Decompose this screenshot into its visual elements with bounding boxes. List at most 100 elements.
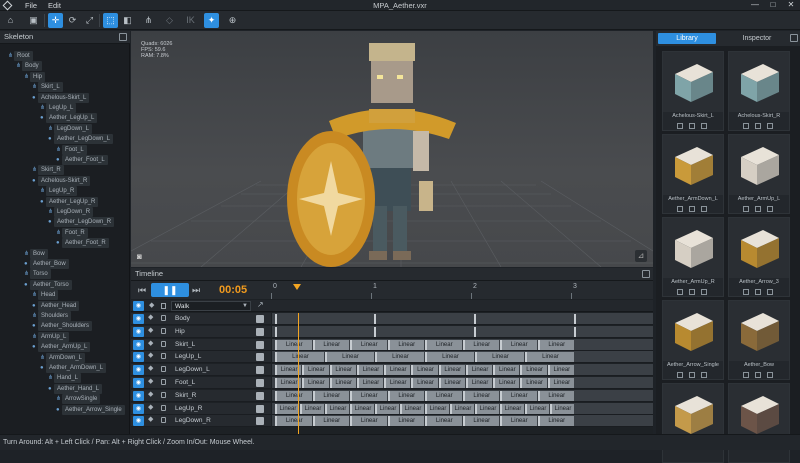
visibility-eye-icon[interactable]: ◉ — [133, 378, 144, 388]
interpolation-clip[interactable]: Linear — [275, 390, 312, 401]
interpolation-clip[interactable]: Linear — [275, 339, 312, 350]
item-action-icon[interactable] — [677, 372, 683, 378]
library-item[interactable]: Aether_ArmUp_R — [662, 217, 724, 297]
keyframe-icon[interactable]: ◆ — [148, 377, 153, 385]
skeleton-mesh-node[interactable]: ● Aether_Foot_L — [56, 155, 108, 165]
save-icon[interactable]: ▣ — [26, 13, 41, 28]
interpolation-clip[interactable]: Linear — [312, 390, 349, 401]
skeleton-bone-node[interactable]: ⋔ LegUp_R — [40, 186, 78, 197]
interpolation-clip[interactable]: Linear — [465, 378, 493, 388]
item-action-icon[interactable] — [755, 289, 761, 295]
interpolation-clip[interactable]: Linear — [547, 378, 574, 388]
track-lane[interactable]: Linear Linear Linear Linear Linear Linear Line… — [272, 402, 653, 415]
interpolation-clip[interactable]: Linear — [375, 403, 399, 414]
interpolation-clip[interactable]: Linear — [275, 352, 324, 363]
interpolation-clip[interactable]: Linear — [384, 365, 411, 376]
item-action-icon[interactable] — [743, 289, 749, 295]
panel-detach-icon[interactable] — [790, 34, 798, 42]
box-icon[interactable]: ◇ — [162, 13, 177, 28]
interpolation-clip[interactable]: Linear — [520, 365, 547, 376]
track-lane[interactable]: Linear Linear Linear Linear Linear Linear Line… — [272, 389, 653, 402]
library-item[interactable]: Aether_Arrow_Single — [662, 300, 724, 380]
interpolation-clip[interactable]: Linear — [465, 365, 493, 376]
skeleton-bone-node[interactable]: ⋔ LegDown_L — [48, 123, 93, 134]
track-lane[interactable]: Linear Linear Linear Linear Linear Linear Line… — [272, 415, 653, 428]
keyframe-marker[interactable] — [574, 326, 576, 337]
library-item[interactable]: Aether_ArmUp_L — [728, 134, 790, 214]
skeleton-mesh-node[interactable]: ● Aether_Head — [32, 300, 80, 311]
interpolation-clip[interactable]: Linear — [411, 365, 438, 376]
interpolation-clip[interactable]: Linear — [425, 403, 449, 414]
interpolation-clip[interactable]: Linear — [302, 365, 329, 376]
lock-icon[interactable] — [161, 353, 166, 360]
panel-detach-icon[interactable] — [642, 270, 650, 278]
interpolation-clip[interactable]: Linear — [411, 378, 438, 388]
item-action-icon[interactable] — [689, 372, 695, 378]
skeleton-bone-node[interactable]: ⋔ Hip — [24, 71, 46, 82]
skeleton-bone-node[interactable]: ⋔ ArrowSingle — [56, 394, 101, 405]
track-lane[interactable]: Linear Linear Linear Linear Linear Linear Line… — [272, 377, 653, 389]
lock-icon[interactable] — [161, 340, 166, 347]
skeleton-mesh-node[interactable]: ● Aether_LegDown_R — [48, 217, 115, 228]
lock-icon[interactable] — [161, 417, 166, 424]
keyframe-icon[interactable]: ◆ — [148, 339, 153, 347]
3d-viewport[interactable]: Quads: 6026 FPS: 59.6 RAM: 7.8% ◙ ⊿ — [131, 31, 653, 267]
skeleton-bone-node[interactable]: ⋔ ArmUp_L — [32, 331, 70, 342]
library-item[interactable]: Achelous-Skirt_R — [728, 51, 790, 131]
visibility-eye-icon[interactable]: ◉ — [133, 326, 144, 337]
track-row[interactable]: ◉ ◆ Skirt_R Linear Linear Linear Linear Linear L… — [131, 389, 653, 402]
skeleton-bone-node[interactable]: ⋔ Hand_L — [48, 373, 82, 384]
item-action-icon[interactable] — [755, 372, 761, 378]
interpolation-clip[interactable]: Linear — [462, 390, 499, 401]
skeleton-bone-node[interactable]: ⋔ Body — [16, 61, 42, 72]
interpolation-clip[interactable]: Linear — [350, 403, 374, 414]
skeleton-bone-node[interactable]: ⋔ Root — [8, 51, 33, 61]
item-action-icon[interactable] — [767, 206, 773, 212]
skeleton-bone-node[interactable]: ⋔ ArmDown_L — [40, 352, 86, 363]
minimize-button[interactable]: — — [746, 0, 764, 11]
skeleton-mesh-node[interactable]: ● Aether_Shoulders — [32, 321, 93, 332]
track-row[interactable]: ◉ ◆ Skirt_L Linear Linear Linear Linear Linear L… — [131, 338, 653, 351]
track-lane[interactable]: Linear Linear Linear Linear Linear Linear Line… — [272, 338, 653, 351]
item-action-icon[interactable] — [689, 206, 695, 212]
keyframe-marker[interactable] — [474, 314, 476, 324]
visibility-eye-icon[interactable]: ◉ — [133, 403, 144, 414]
visibility-eye-icon[interactable]: ◉ — [133, 314, 144, 324]
hierarchy-icon[interactable]: ⋔ — [141, 13, 156, 28]
visibility-eye-icon[interactable]: ◉ — [133, 352, 144, 363]
item-action-icon[interactable] — [743, 206, 749, 212]
item-action-icon[interactable] — [767, 123, 773, 129]
interpolation-clip[interactable]: Linear — [275, 416, 312, 427]
interpolation-clip[interactable]: Linear — [537, 339, 574, 350]
snap-icon[interactable]: ✦ — [204, 13, 219, 28]
skeleton-mesh-node[interactable]: ● Aether_ArmDown_L — [40, 363, 107, 373]
track-checkbox[interactable] — [256, 340, 264, 349]
library-item[interactable]: Aether_Bow — [728, 300, 790, 380]
item-action-icon[interactable] — [701, 372, 707, 378]
interpolation-clip[interactable]: Linear — [387, 339, 424, 350]
lock-icon[interactable] — [161, 327, 166, 334]
item-action-icon[interactable] — [701, 123, 707, 129]
item-action-icon[interactable] — [743, 372, 749, 378]
library-item[interactable]: Aether_Arrow_3 — [728, 217, 790, 297]
tab-inspector[interactable]: Inspector — [728, 33, 786, 44]
interpolation-clip[interactable]: Linear — [312, 416, 349, 427]
skeleton-bone-node[interactable]: ⋔ Head — [32, 290, 59, 301]
maximize-button[interactable]: □ — [764, 0, 782, 11]
interpolation-clip[interactable]: Linear — [493, 365, 520, 376]
lock-icon[interactable] — [161, 315, 166, 321]
track-lane[interactable] — [272, 313, 653, 325]
track-checkbox[interactable] — [256, 315, 264, 323]
pause-button[interactable]: ❚❚ — [151, 283, 189, 297]
keyframe-marker[interactable] — [374, 326, 376, 337]
interpolation-clip[interactable]: Linear — [329, 378, 356, 388]
keyframe-marker[interactable] — [474, 326, 476, 337]
interpolation-clip[interactable]: Linear — [325, 403, 349, 414]
interpolation-clip[interactable]: Linear — [500, 390, 537, 401]
camera-icon[interactable]: ◙ — [137, 253, 147, 261]
panel-detach-icon[interactable] — [119, 33, 127, 41]
track-checkbox[interactable] — [256, 391, 264, 400]
skin-icon[interactable]: ◧ — [120, 13, 135, 28]
lock-icon[interactable] — [161, 391, 166, 398]
interpolation-clip[interactable]: Linear — [400, 403, 424, 414]
